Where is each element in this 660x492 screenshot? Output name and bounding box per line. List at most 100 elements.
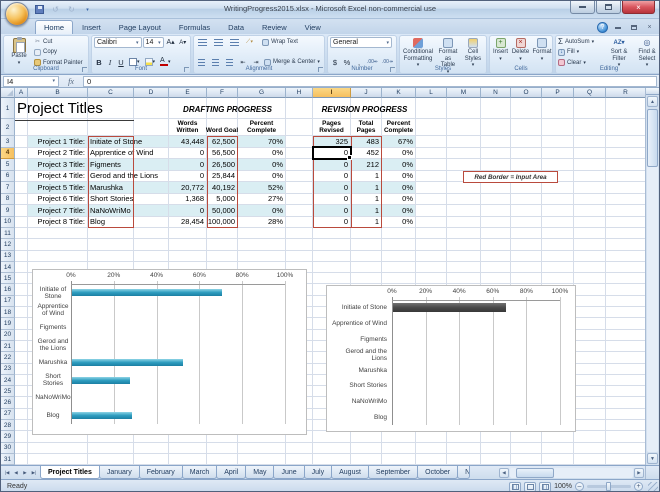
cell-C30[interactable] [88,443,134,454]
cell-E7[interactable]: 20,772 [169,182,207,194]
cell-C12[interactable] [88,239,134,250]
cell-E31[interactable] [169,454,207,465]
cell-Q17[interactable] [574,296,606,307]
row-header-11[interactable]: 11 [1,228,15,239]
cell-O8[interactable] [511,194,542,206]
cell-B4[interactable]: Project 2 Title: [28,148,88,160]
cell-K30[interactable] [382,443,416,454]
cell-A29[interactable] [15,431,28,442]
cell-J31[interactable] [351,454,382,465]
cell-A18[interactable] [15,307,28,318]
cell-A23[interactable] [15,364,28,375]
align-middle-button[interactable] [212,37,225,47]
cell-K11[interactable] [382,228,416,239]
cell-G9[interactable]: 0% [238,205,286,217]
cell-L3[interactable] [416,136,447,148]
cell-A10[interactable] [15,217,28,229]
row-header-27[interactable]: 27 [1,409,15,420]
cell-G4[interactable]: 0% [238,148,286,160]
cell-E6[interactable]: 0 [169,171,207,183]
minimize-button[interactable] [570,1,595,14]
row-header-15[interactable]: 15 [1,273,15,284]
vertical-scroll-thumb[interactable] [647,109,658,167]
select-all-corner[interactable] [1,88,15,98]
row-header-12[interactable]: 12 [1,239,15,250]
cell-P9[interactable] [542,205,574,217]
cell-C13[interactable] [88,251,134,262]
cell-N10[interactable] [481,217,511,229]
cell-L1[interactable] [416,98,447,119]
first-sheet-button[interactable]: |◀ [3,468,11,478]
cell-F2[interactable]: Word Goal [207,119,238,136]
sheet-tab-june[interactable]: June [273,466,304,479]
next-sheet-button[interactable]: ▶ [21,468,29,478]
wrap-text-button[interactable]: Wrap Text [262,38,298,47]
cell-C7[interactable]: Marushka [88,182,134,194]
cell-P14[interactable] [542,262,574,273]
cell-N8[interactable] [481,194,511,206]
cell-E5[interactable]: 0 [169,159,207,171]
cell-J15[interactable] [351,273,382,284]
format-as-table-button[interactable]: Format as Table▾ [436,37,460,67]
last-sheet-button[interactable]: ▶| [30,468,38,478]
cell-R26[interactable] [606,397,646,408]
row-header-10[interactable]: 10 [1,217,15,229]
cell-J30[interactable] [351,443,382,454]
workbook-minimize-button[interactable] [611,23,624,33]
cell-G5[interactable]: 0% [238,159,286,171]
scroll-left-button[interactable]: ◀ [499,468,509,478]
cell-K10[interactable]: 0% [382,217,416,229]
name-box[interactable]: I4▾ [3,76,59,87]
cell-A13[interactable] [15,251,28,262]
cell-D10[interactable] [134,217,169,229]
page-break-view-button[interactable] [539,482,551,492]
sheet-tab-march[interactable]: March [182,466,217,479]
cell-A11[interactable] [15,228,28,239]
column-header-R[interactable]: R [606,88,646,98]
cell-R15[interactable] [606,273,646,284]
cell-B6[interactable]: Project 4 Title: [28,171,88,183]
cell-F10[interactable]: 100,000 [207,217,238,229]
tab-data[interactable]: Data [219,20,253,34]
fill-button[interactable]: ↓Fill▾ [558,48,604,57]
cell-R3[interactable] [606,136,646,148]
cell-K6[interactable]: 0% [382,171,416,183]
horizontal-scrollbar[interactable]: ◀ ▶ [499,468,644,478]
cell-Q22[interactable] [574,352,606,363]
cell-L31[interactable] [416,454,447,465]
cell-P7[interactable] [542,182,574,194]
cell-P31[interactable] [542,454,574,465]
cell-A5[interactable] [15,159,28,171]
cell-J14[interactable] [351,262,382,273]
cell-H7[interactable] [286,182,313,194]
cell-O29[interactable] [511,431,542,442]
cell-D9[interactable] [134,205,169,217]
cell-L2[interactable] [416,119,447,136]
cell-O1[interactable] [511,98,542,119]
cell-L11[interactable] [416,228,447,239]
cell-M7[interactable] [447,182,481,194]
tab-view[interactable]: View [296,20,330,34]
column-header-D[interactable]: D [134,88,169,98]
sheet-tab-october[interactable]: October [417,466,458,479]
cell-M15[interactable] [447,273,481,284]
cell-P30[interactable] [542,443,574,454]
cell-E9[interactable]: 0 [169,205,207,217]
cell-E30[interactable] [169,443,207,454]
column-header-F[interactable]: F [207,88,238,98]
cell-O14[interactable] [511,262,542,273]
cell-A12[interactable] [15,239,28,250]
cell-O30[interactable] [511,443,542,454]
zoom-slider-thumb[interactable] [606,482,611,491]
cell-F30[interactable] [207,443,238,454]
cell-L10[interactable] [416,217,447,229]
cell-J29[interactable] [351,431,382,442]
cell-H2[interactable] [286,119,313,136]
cell-H4[interactable] [286,148,313,160]
cell-O31[interactable] [511,454,542,465]
format-cells-button[interactable]: Format▾ [532,37,552,67]
column-header-G[interactable]: G [238,88,286,98]
cell-O9[interactable] [511,205,542,217]
cell-L14[interactable] [416,262,447,273]
cell-K2[interactable]: Percent Complete [382,119,416,136]
